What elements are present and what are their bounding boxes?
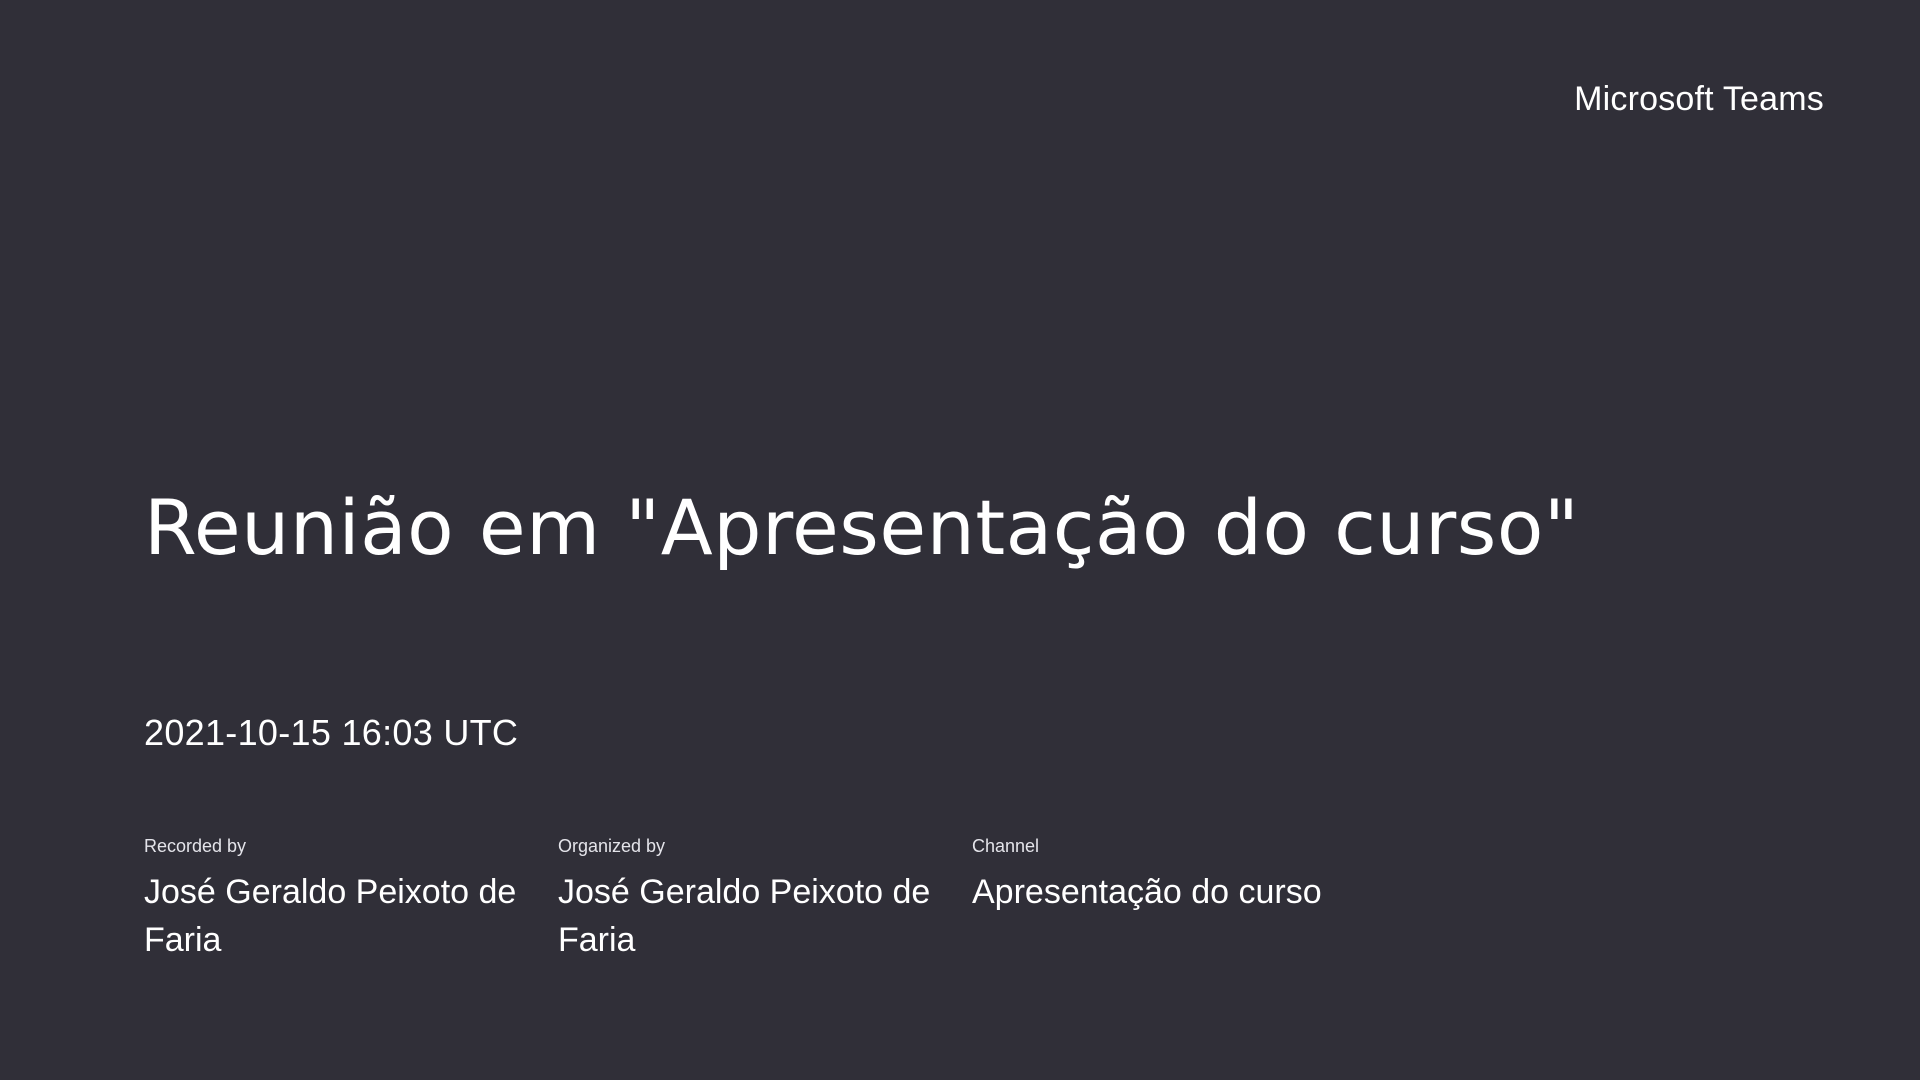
meeting-title: Reunião em "Apresentação do curso" bbox=[144, 483, 1580, 572]
organized-by-value: José Geraldo Peixoto de Faria bbox=[558, 872, 931, 959]
recorded-by-section: Recorded by José Geraldo Peixoto de Fari… bbox=[144, 836, 558, 964]
meeting-datetime: 2021-10-15 16:03 UTC bbox=[144, 712, 519, 753]
channel-label: Channel bbox=[972, 836, 1040, 856]
channel-section: Channel Apresentação do curso bbox=[972, 836, 1386, 964]
organized-by-section: Organized by José Geraldo Peixoto de Far… bbox=[558, 836, 972, 964]
meeting-details: Recorded by José Geraldo Peixoto de Fari… bbox=[144, 836, 1386, 964]
channel-value: Apresentação do curso bbox=[972, 872, 1322, 911]
recorded-by-label: Recorded by bbox=[144, 836, 247, 856]
organized-by-label: Organized by bbox=[558, 836, 666, 856]
app-brand-name: Microsoft Teams bbox=[1574, 80, 1824, 118]
recorded-by-value: José Geraldo Peixoto de Faria bbox=[144, 872, 517, 959]
